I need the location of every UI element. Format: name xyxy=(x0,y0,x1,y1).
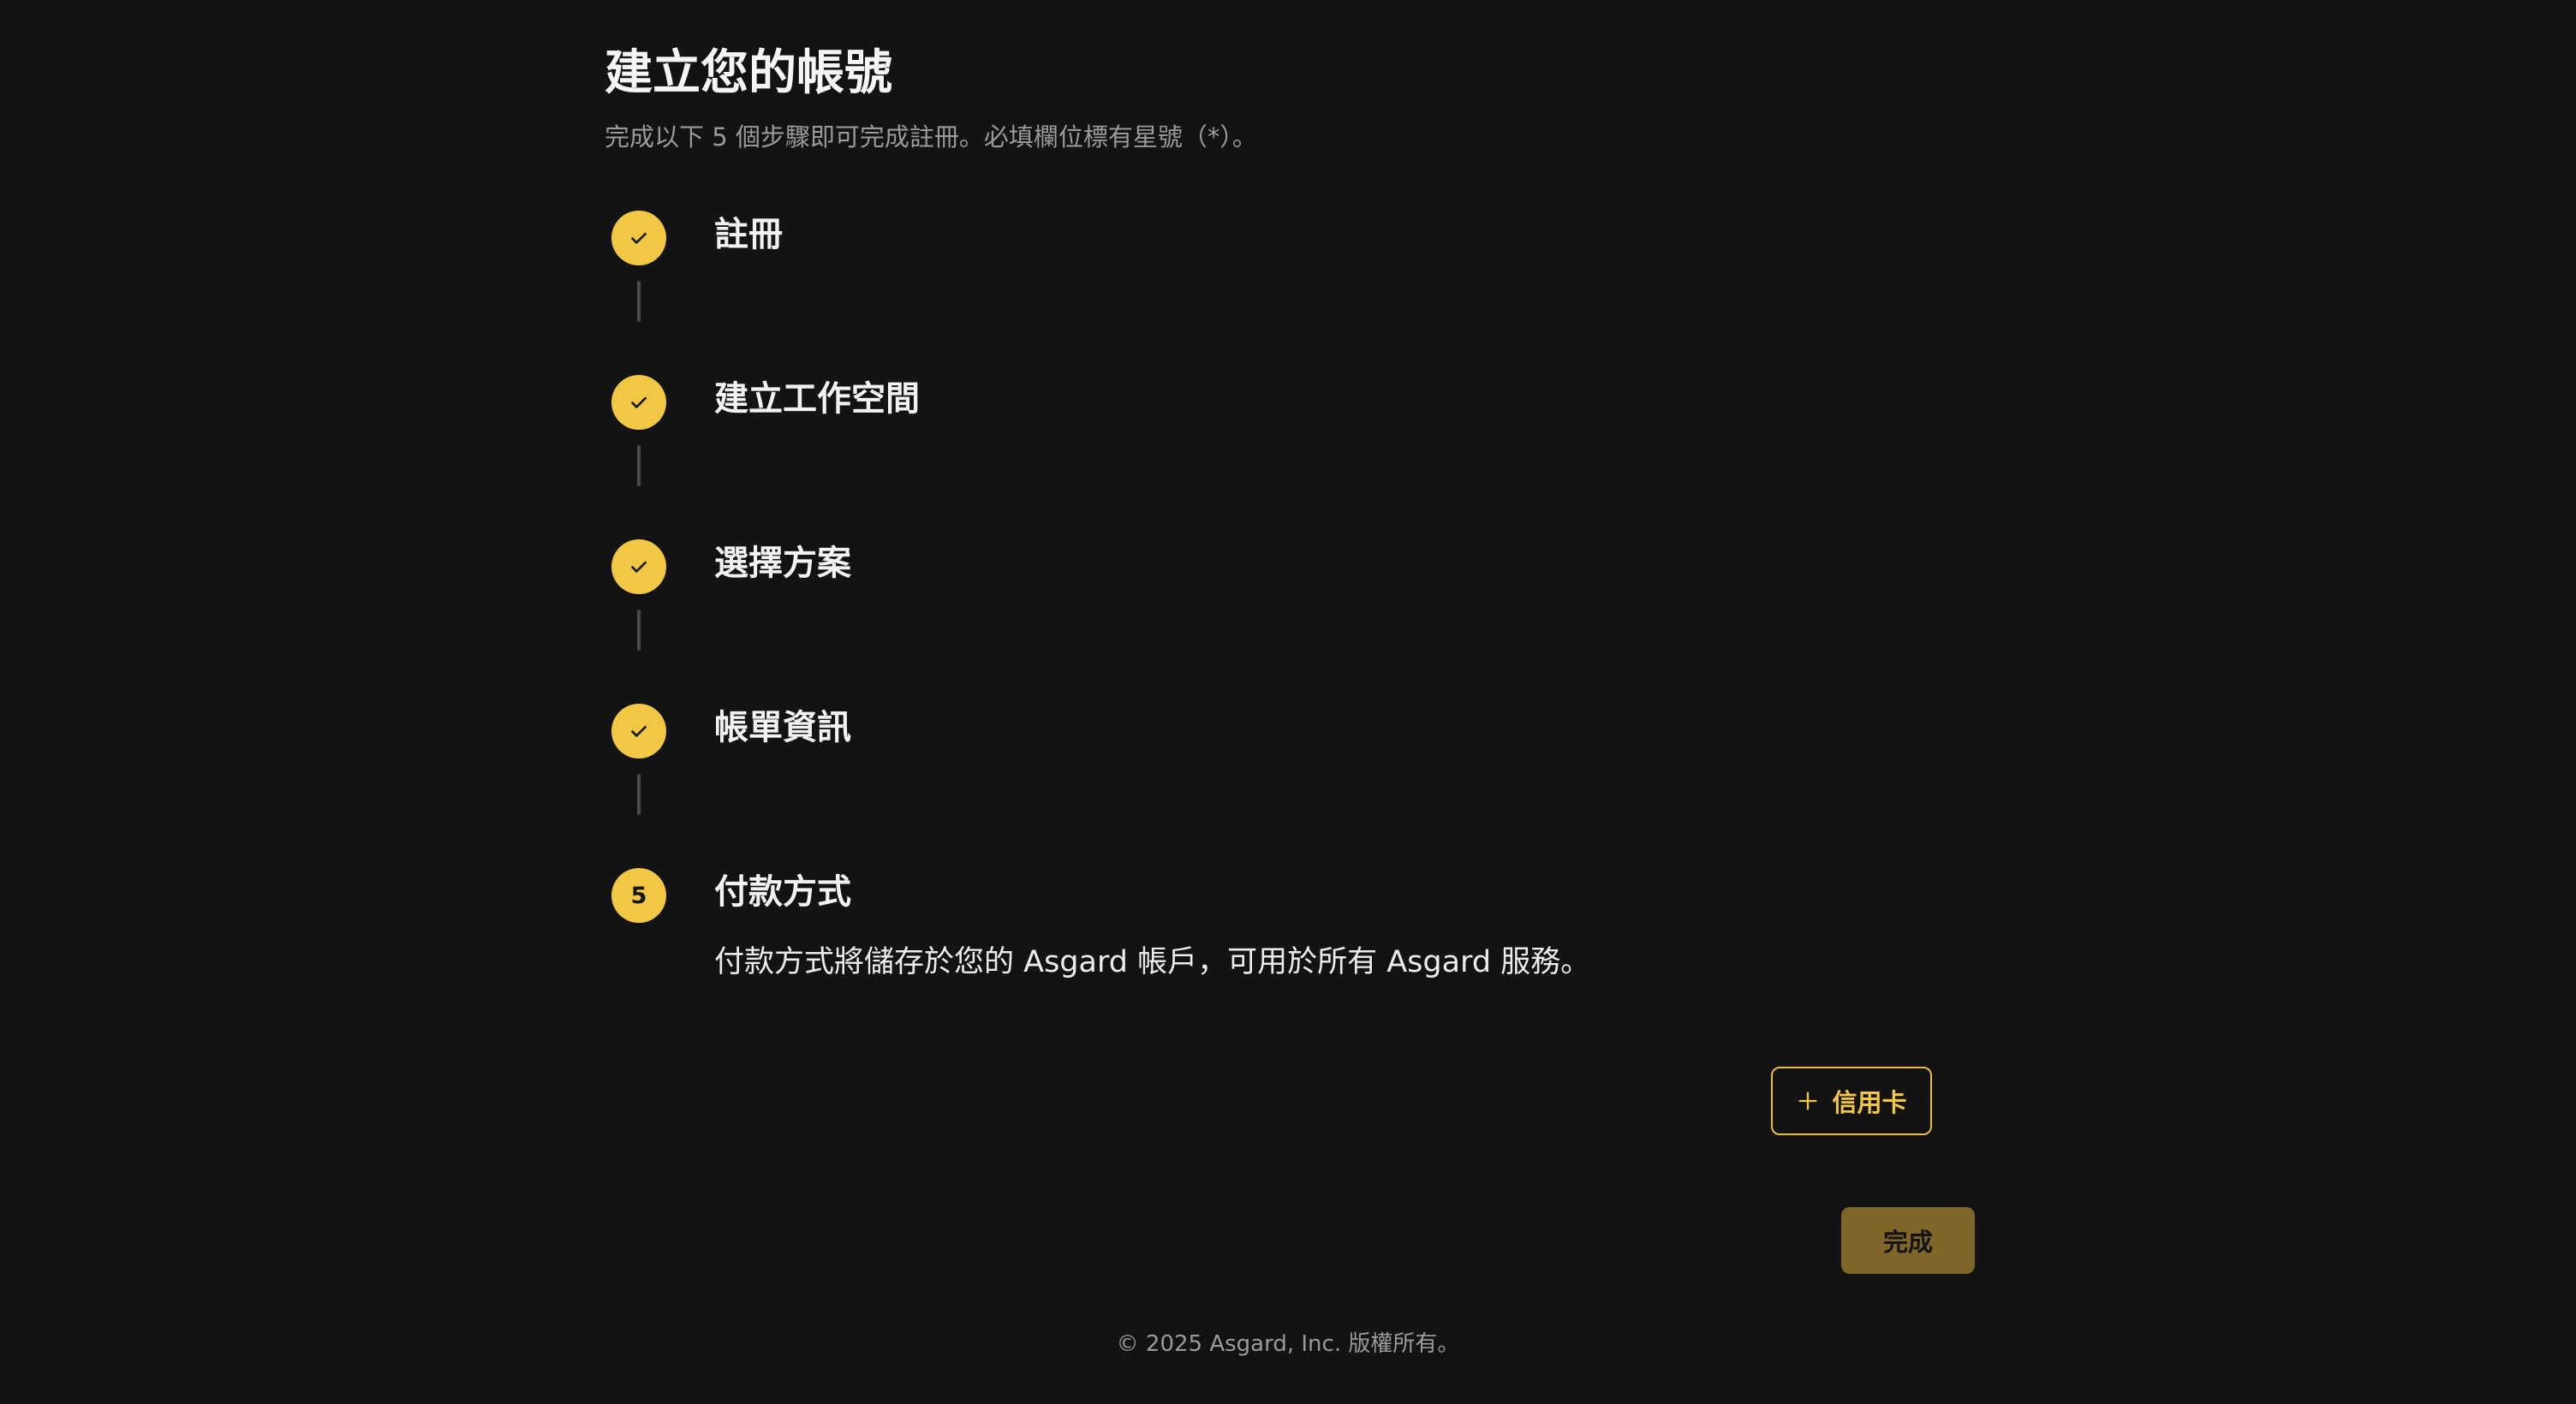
step-completed-indicator xyxy=(611,375,666,430)
finish-button[interactable]: 完成 xyxy=(1841,1207,1975,1274)
step-connector xyxy=(637,281,641,322)
add-credit-card-button[interactable]: 信用卡 xyxy=(1771,1067,1932,1135)
page-title: 建立您的帳號 xyxy=(605,45,892,101)
check-icon xyxy=(631,561,647,573)
add-credit-card-label: 信用卡 xyxy=(1832,1088,1907,1117)
step-connector xyxy=(637,774,641,815)
step-label: 選擇方案 xyxy=(714,544,851,583)
step-label: 帳單資訊 xyxy=(714,708,851,747)
step-connector xyxy=(637,445,641,486)
check-icon xyxy=(631,396,647,408)
plus-icon xyxy=(1798,1092,1817,1110)
step-completed-indicator xyxy=(611,539,666,594)
signup-page: 建立您的帳號 完成以下 5 個步驟即可完成註冊。必填欄位標有星號（*）。 註冊 … xyxy=(0,0,2576,1404)
step-description: 付款方式將儲存於您的 Asgard 帳戶，可用於所有 Asgard 服務。 xyxy=(714,945,1591,979)
step-completed-indicator xyxy=(611,704,666,759)
step-completed-indicator xyxy=(611,211,666,265)
step-connector xyxy=(637,610,641,651)
check-icon xyxy=(631,232,647,244)
check-icon xyxy=(631,725,647,737)
step-label: 註冊 xyxy=(714,215,783,254)
step-label: 建立工作空間 xyxy=(714,379,920,419)
step-label: 付款方式 xyxy=(714,872,851,912)
page-subtitle: 完成以下 5 個步驟即可完成註冊。必填欄位標有星號（*）。 xyxy=(605,122,1257,152)
footer-copyright: © 2025 Asgard, Inc. 版權所有。 xyxy=(1116,1331,1460,1357)
step-number-indicator: 5 xyxy=(611,868,666,923)
